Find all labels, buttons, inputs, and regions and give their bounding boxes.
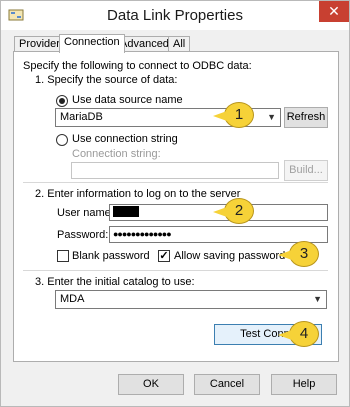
data-link-properties-window: Data Link Properties ✕ Provider Connecti… bbox=[0, 0, 350, 407]
allow-saving-password-label[interactable]: Allow saving password bbox=[174, 250, 285, 262]
callout-1: 1 bbox=[213, 102, 254, 128]
connection-string-label: Connection string: bbox=[72, 148, 161, 160]
use-connection-string-radio[interactable] bbox=[56, 134, 68, 146]
allow-saving-password-checkbox[interactable]: ✓ bbox=[158, 250, 170, 262]
chevron-down-icon: ▼ bbox=[313, 294, 322, 304]
refresh-button[interactable]: Refresh bbox=[284, 107, 328, 128]
callout-4: 4 bbox=[278, 321, 319, 347]
catalog-value: MDA bbox=[60, 293, 85, 305]
divider bbox=[23, 270, 328, 271]
tab-connection[interactable]: Connection bbox=[59, 34, 125, 53]
divider bbox=[23, 182, 328, 183]
callout-2: 2 bbox=[213, 198, 254, 224]
step1-heading: 1. Specify the source of data: bbox=[35, 74, 178, 86]
cancel-button[interactable]: Cancel bbox=[194, 374, 260, 395]
initial-catalog-select[interactable]: MDA ▼ bbox=[55, 290, 327, 309]
redacted-user-name bbox=[113, 206, 139, 217]
callout-3: 3 bbox=[278, 241, 319, 267]
blank-password-label[interactable]: Blank password bbox=[72, 250, 150, 262]
close-button[interactable]: ✕ bbox=[319, 1, 349, 22]
tab-all[interactable]: All bbox=[168, 36, 191, 52]
step3-heading: 3. Enter the initial catalog to use: bbox=[35, 276, 195, 288]
dsn-value: MariaDB bbox=[60, 111, 103, 123]
use-dsn-radio[interactable] bbox=[56, 95, 68, 107]
intro-text: Specify the following to connect to ODBC… bbox=[23, 60, 252, 72]
password-label: Password: bbox=[57, 229, 109, 241]
use-connection-string-label[interactable]: Use connection string bbox=[72, 133, 178, 145]
user-name-label: User name: bbox=[57, 207, 114, 219]
help-button[interactable]: Help bbox=[271, 374, 337, 395]
title-bar: Data Link Properties ✕ bbox=[1, 1, 349, 30]
step2-heading: 2. Enter information to log on to the se… bbox=[35, 188, 241, 200]
ok-button[interactable]: OK bbox=[118, 374, 184, 395]
tab-provider[interactable]: Provider bbox=[14, 36, 65, 52]
window-title: Data Link Properties bbox=[107, 7, 243, 24]
connection-panel: Specify the following to connect to ODBC… bbox=[13, 51, 339, 362]
build-button: Build... bbox=[284, 160, 328, 181]
connection-string-input bbox=[71, 162, 279, 179]
blank-password-checkbox[interactable] bbox=[57, 250, 69, 262]
chevron-down-icon: ▼ bbox=[267, 112, 276, 122]
password-input[interactable]: ●●●●●●●●●●●●● bbox=[109, 226, 328, 243]
use-dsn-label[interactable]: Use data source name bbox=[72, 94, 183, 106]
